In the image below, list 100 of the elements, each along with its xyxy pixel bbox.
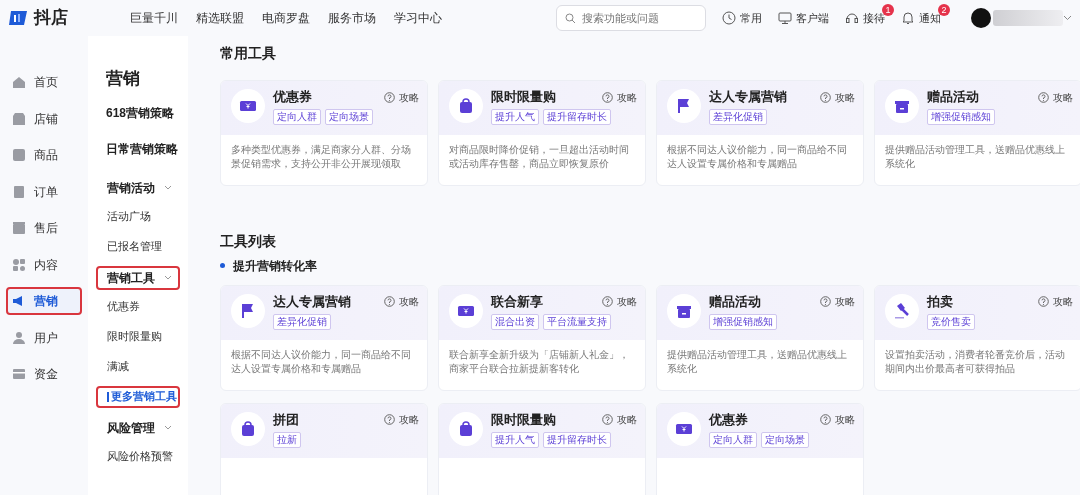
header-action[interactable]: 接待: [845, 9, 885, 27]
user-icon: [12, 330, 26, 345]
tag: 提升人气: [491, 109, 539, 126]
guide-link[interactable]: 攻略: [820, 294, 855, 309]
sidebar-item[interactable]: 售后: [6, 214, 82, 242]
group-heading: 提升营销转化率: [233, 257, 317, 275]
tag: 定向场景: [325, 109, 373, 126]
header-action[interactable]: 常用: [722, 9, 762, 27]
chevron-down-icon: [164, 274, 172, 281]
sidebar-item[interactable]: 资金: [6, 360, 82, 388]
submenu-item[interactable]: 风险价格预警: [96, 445, 180, 468]
notification-badge: 1: [882, 3, 894, 16]
submenu-link[interactable]: 618营销策略: [106, 103, 188, 122]
tool-name: 拼团: [273, 411, 299, 428]
help-icon: [384, 296, 395, 307]
headset-icon: [845, 11, 859, 25]
tool-name: 拍卖: [927, 293, 953, 310]
sidebar-item[interactable]: 商品: [6, 141, 82, 169]
tool-card[interactable]: 限时限量购 攻略 提升人气 提升留存时长: [438, 402, 646, 495]
help-icon: [602, 296, 613, 307]
sidebar-item[interactable]: 营销: [6, 287, 82, 315]
tool-name: 优惠券: [709, 411, 748, 428]
search-icon: [565, 12, 576, 24]
tool-card[interactable]: 拼团 攻略 拉新: [220, 402, 428, 495]
tool-card[interactable]: 拍卖 攻略 竞价售卖 设置拍卖活动，消费者轮番竞价后，活动期间内出价最高者可获得拍品: [874, 284, 1080, 391]
guide-link[interactable]: 攻略: [602, 294, 637, 309]
top-nav-link[interactable]: 巨量千川: [130, 9, 178, 27]
tool-card[interactable]: 优惠券 攻略 定向人群 定向场景 多种类型优惠券，满足商家分人群、分场景促销需求，支持公开非公开展现领取: [220, 80, 428, 187]
submenu-group[interactable]: 营销活动: [96, 175, 180, 200]
header-action[interactable]: 通知: [901, 9, 941, 27]
tool-description: 对商品限时降价促销，一旦超出活动时间或活动库存售罄，商品立即恢复原价: [448, 143, 630, 172]
blurred-name: [993, 10, 1063, 26]
submenu-item[interactable]: 限时限量购: [96, 325, 180, 348]
submenu-link[interactable]: 日常营销策略: [106, 139, 188, 158]
bullet-icon: [220, 263, 225, 268]
top-nav-link[interactable]: 服务市场: [328, 9, 376, 27]
help-icon: [1038, 91, 1049, 103]
help-icon: [384, 91, 395, 103]
top-nav-link[interactable]: 电商罗盘: [262, 9, 310, 27]
guide-link[interactable]: 攻略: [602, 412, 637, 427]
clock-icon: [722, 11, 736, 25]
sidebar-item[interactable]: 订单: [6, 177, 82, 206]
tool-card[interactable]: 优惠券 攻略 定向人群 定向场景: [656, 402, 864, 495]
tool-description: 提供赠品活动管理工具，送赠品优惠线上系统化: [666, 347, 848, 376]
tool-card[interactable]: 达人专属营销 攻略 差异化促销 根据不同达人议价能力，同一商品给不同达人设置专属价格和专属赠品: [656, 80, 864, 187]
header-action[interactable]: 客户端: [778, 9, 829, 27]
submenu-item[interactable]: 优惠券: [96, 295, 180, 318]
top-nav-link[interactable]: 精选联盟: [196, 9, 244, 27]
tag: 竞价售卖: [927, 313, 975, 330]
tool-description: 根据不同达人议价能力，同一商品给不同达人设置专属价格和专属赠品: [230, 347, 412, 376]
help-icon: [820, 414, 831, 425]
search-box[interactable]: 搜索功能或问题: [556, 5, 706, 31]
tool-description: 多种类型优惠券，满足商家分人群、分场景促销需求，支持公开非公开展现领取: [230, 143, 412, 172]
tool-name: 限时限量购: [491, 411, 556, 428]
tool-name: 赠品活动: [709, 293, 761, 310]
sidebar-title: 营销: [106, 68, 141, 90]
search-field[interactable]: 搜索功能或问题: [580, 8, 700, 28]
sidebar-item[interactable]: 用户: [6, 323, 82, 352]
tag: 提升留存时长: [543, 431, 611, 448]
tag: 混合出资: [491, 313, 539, 330]
submenu-item[interactable]: 满减: [96, 355, 180, 378]
tool-description: 联合新享全新升级为「店铺新人礼金」，商家平台联合拉新提新客转化: [448, 347, 630, 376]
tool-description: 提供赠品活动管理工具，送赠品优惠线上系统化: [884, 143, 1066, 172]
monitor-icon: [778, 11, 792, 25]
guide-link[interactable]: 攻略: [384, 294, 419, 309]
section-title: 常用工具: [220, 45, 277, 63]
submenu-item[interactable]: 活动广场: [96, 205, 180, 228]
chevron-down-icon: [1063, 15, 1072, 21]
guide-link[interactable]: 攻略: [384, 412, 419, 427]
sidebar-item[interactable]: 店铺: [6, 104, 82, 133]
chevron-down-icon: [164, 424, 172, 431]
guide-link[interactable]: 攻略: [1038, 89, 1073, 105]
tool-name: 达人专属营销: [709, 89, 787, 106]
tool-card[interactable]: 赠品活动 攻略 增强促销感知 提供赠品活动管理工具，送赠品优惠线上系统化: [656, 284, 864, 391]
sidebar-item[interactable]: 首页: [6, 68, 82, 96]
tool-card[interactable]: 限时限量购 攻略 提升人气 提升留存时长 对商品限时降价促销，一旦超出活动时间或活动库存售罄，商品立即恢复原价: [438, 80, 646, 187]
tool-card[interactable]: 联合新享 攻略 混合出资 平台流量支持 联合新享全新升级为「店铺新人礼金」，商家平台联合拉新提新客转化: [438, 284, 646, 391]
guide-link[interactable]: 攻略: [384, 89, 419, 105]
tag: 拉新: [273, 431, 301, 448]
tag: 定向人群: [273, 109, 321, 126]
submenu-item[interactable]: 更多营销工具: [96, 385, 180, 408]
guide-link[interactable]: 攻略: [820, 412, 855, 427]
submenu-item[interactable]: 已报名管理: [96, 235, 180, 258]
help-icon: [602, 414, 613, 425]
tag: 提升留存时长: [543, 109, 611, 126]
help-icon: [1038, 296, 1049, 307]
avatar[interactable]: [971, 8, 991, 28]
guide-link[interactable]: 攻略: [1038, 294, 1073, 309]
submenu-group[interactable]: 风险管理: [96, 415, 180, 440]
section-title: 工具列表: [220, 233, 277, 252]
top-nav-link[interactable]: 学习中心: [394, 9, 442, 27]
tool-name: 限时限量购: [491, 89, 556, 106]
guide-link[interactable]: 攻略: [602, 89, 637, 105]
guide-link[interactable]: 攻略: [820, 89, 855, 105]
submenu-group[interactable]: 营销工具: [96, 265, 180, 290]
tool-card[interactable]: 达人专属营销 攻略 差异化促销 根据不同达人议价能力，同一商品给不同达人设置专属价格和专属赠品: [220, 284, 428, 391]
tool-card[interactable]: 赠品活动 攻略 增强促销感知 提供赠品活动管理工具，送赠品优惠线上系统化: [874, 80, 1080, 187]
sidebar-item[interactable]: 内容: [6, 250, 82, 279]
logo-text: 抖店: [34, 7, 68, 30]
tag: 差异化促销: [709, 109, 767, 126]
